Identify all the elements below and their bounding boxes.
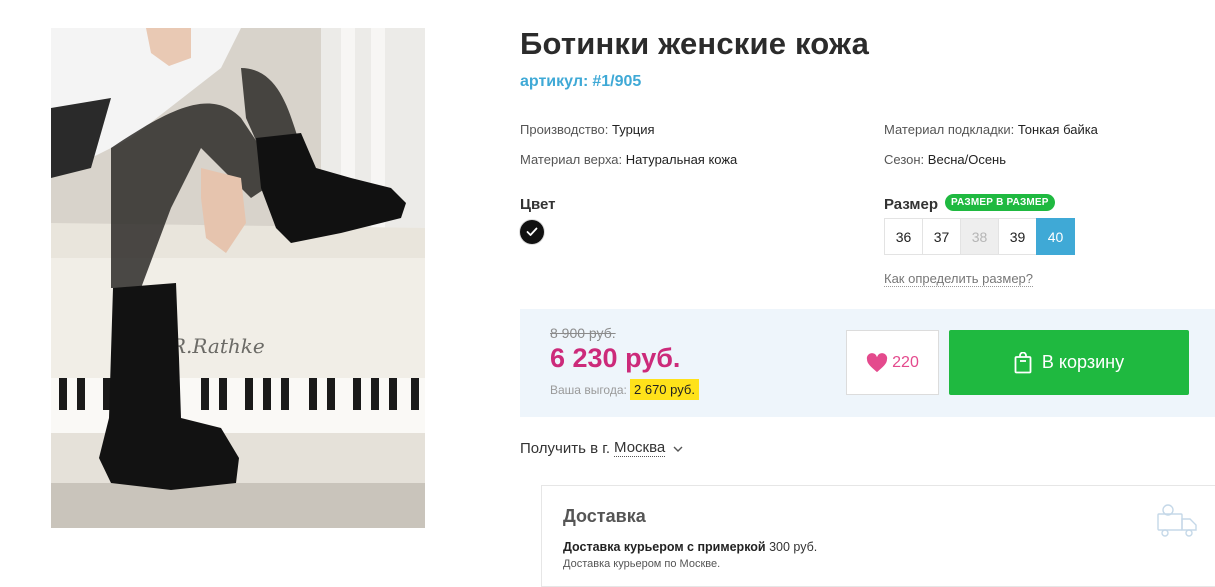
size-option-37[interactable]: 37 <box>922 218 961 255</box>
color-swatch-black[interactable] <box>520 220 544 244</box>
shopping-bag-icon <box>1014 351 1032 373</box>
benefit-label: Ваша выгода: <box>550 383 627 397</box>
pickup-label: Получить в г. <box>520 440 611 457</box>
current-price: 6 230 руб. <box>550 343 681 373</box>
attr-season-value: Весна/Осень <box>927 152 1007 167</box>
svg-text:R.Rathke: R.Rathke <box>170 334 265 358</box>
delivery-courier: Доставка курьером с примеркой 300 руб. <box>563 540 817 554</box>
attr-production-label: Производство: <box>520 122 609 137</box>
size-label: Размер <box>884 196 939 213</box>
sku-label: артикул: <box>520 73 589 90</box>
attr-upper: Материал верха: Натуральная кожа <box>520 152 737 167</box>
favorites-count: 220 <box>892 353 919 371</box>
pickup-city[interactable]: Москва <box>614 440 666 457</box>
delivery-courier-price: 300 руб. <box>769 540 818 554</box>
add-to-cart-label: В корзину <box>1041 352 1125 372</box>
benefit-value: 2 670 руб. <box>630 379 699 400</box>
delivery-title: Доставка <box>563 506 646 526</box>
pickup-city-selector[interactable]: Получить в г. Москва <box>520 440 684 457</box>
old-price: 8 900 руб. <box>550 325 616 341</box>
attr-lining-value: Тонкая байка <box>1017 122 1098 137</box>
check-icon <box>526 227 538 236</box>
add-to-cart-button[interactable]: В корзину <box>949 330 1189 395</box>
product-title: Ботинки женские кожа <box>520 26 870 61</box>
attr-production-value: Турция <box>612 122 655 137</box>
size-option-38: 38 <box>960 218 999 255</box>
color-label: Цвет <box>520 196 556 213</box>
attr-upper-value: Натуральная кожа <box>625 152 738 167</box>
attr-lining-label: Материал подкладки: <box>884 122 1015 137</box>
sku-value: #1/905 <box>592 73 642 90</box>
size-option-40[interactable]: 40 <box>1036 218 1075 255</box>
favorite-button[interactable]: 220 <box>846 330 939 395</box>
attr-season: Сезон: Весна/Осень <box>884 152 1006 167</box>
delivery-truck-icon <box>1157 504 1197 537</box>
attr-upper-label: Материал верха: <box>520 152 623 167</box>
attr-season-label: Сезон: <box>884 152 925 167</box>
product-photo[interactable]: R.Rathke <box>51 28 425 528</box>
heart-icon <box>867 352 888 372</box>
delivery-courier-note: Доставка курьером по Москве. <box>563 558 721 570</box>
attr-production: Производство: Турция <box>520 122 655 137</box>
size-option-39[interactable]: 39 <box>998 218 1037 255</box>
price-box: 8 900 руб. 6 230 руб. Ваша выгода: 2 670… <box>520 309 1215 417</box>
delivery-courier-label: Доставка курьером с примеркой <box>563 540 766 554</box>
size-selector: 36 37 38 39 40 <box>884 218 1075 255</box>
size-fit-badge: РАЗМЕР В РАЗМЕР <box>945 194 1055 211</box>
attr-lining: Материал подкладки: Тонкая байка <box>884 122 1098 137</box>
size-help-link[interactable]: Как определить размер? <box>884 271 1034 287</box>
chevron-down-icon <box>673 446 683 452</box>
size-option-36[interactable]: 36 <box>884 218 923 255</box>
product-sku: артикул: #1/905 <box>520 73 641 91</box>
